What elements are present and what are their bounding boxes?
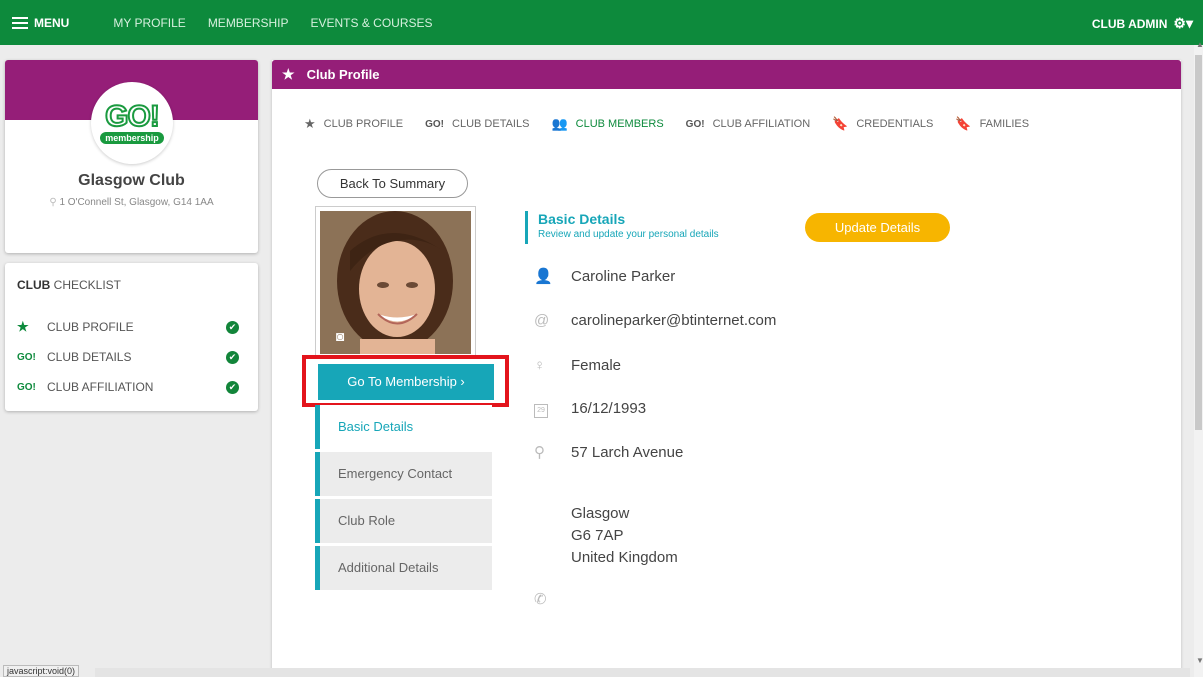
- club-name: Glasgow Club: [78, 172, 185, 189]
- scrollbar-thumb[interactable]: [1195, 55, 1202, 430]
- club-address: ⚲ 1 O'Connell St, Glasgow, G14 1AA: [5, 197, 258, 208]
- tab-label: CLUB DETAILS: [452, 118, 530, 130]
- side-menu-club-role[interactable]: Club Role: [315, 499, 492, 543]
- go-icon: GO!: [425, 118, 445, 130]
- checklist-heading: CLUB CHECKLIST: [17, 278, 122, 292]
- person-icon: 👤: [534, 268, 553, 285]
- detail-address: ⚲ 57 Larch Avenue: [534, 443, 684, 462]
- gear-icon: ⚙▾: [1173, 15, 1193, 31]
- member-dob: 16/12/1993: [571, 400, 647, 417]
- scroll-up-arrow-icon[interactable]: ▲: [1196, 40, 1203, 49]
- menu-label: MENU: [34, 15, 70, 30]
- member-country: United Kingdom: [571, 549, 678, 566]
- check-circle-icon: ✔: [226, 320, 239, 334]
- member-address-block: Glasgow G6 7AP United Kingdom: [571, 503, 678, 569]
- update-details-button[interactable]: Update Details: [805, 213, 950, 242]
- at-icon: @: [534, 312, 550, 329]
- tab-club-details[interactable]: GO! CLUB DETAILS: [425, 118, 529, 130]
- tab-label: FAMILIES: [979, 118, 1030, 130]
- check-circle-icon: ✔: [226, 380, 239, 394]
- nav-membership[interactable]: MEMBERSHIP: [208, 16, 289, 30]
- tab-credentials[interactable]: 🔖 CREDENTIALS: [832, 116, 933, 132]
- club-admin-label: CLUB ADMIN: [1091, 16, 1168, 31]
- hamburger-icon: [12, 16, 28, 29]
- bookmark-icon: 🔖: [955, 116, 972, 131]
- star-icon: ★: [304, 116, 316, 131]
- female-icon: ♀: [534, 357, 546, 374]
- member-name: Caroline Parker: [571, 267, 676, 285]
- star-icon: ★: [282, 66, 295, 82]
- go-to-membership-button[interactable]: Go To Membership ›: [318, 364, 494, 400]
- club-card: GO! membership Glasgow Club ⚲ 1 O'Connel…: [5, 60, 258, 253]
- basic-details-title: Basic Details: [538, 211, 626, 227]
- logo-go-text: GO!: [104, 99, 161, 133]
- detail-dob: 29 16/12/1993: [534, 399, 646, 418]
- back-to-summary-button[interactable]: Back To Summary: [317, 169, 468, 198]
- detail-name: 👤 Caroline Parker: [534, 267, 676, 286]
- logo-membership-text: membership: [100, 131, 164, 144]
- location-pin-icon: ⚲: [49, 197, 60, 208]
- top-nav: MENU MY PROFILE MEMBERSHIP EVENTS & COUR…: [0, 0, 1203, 45]
- go-icon: GO!: [17, 381, 36, 393]
- check-circle-icon: ✔: [226, 350, 239, 364]
- member-photo-image: ◙: [320, 211, 471, 354]
- side-menu-additional-details[interactable]: Additional Details: [315, 546, 492, 590]
- tab-label: CLUB AFFILIATION: [712, 118, 811, 130]
- checklist-item-club-affiliation[interactable]: GO! CLUB AFFILIATION ✔: [17, 377, 247, 397]
- tab-club-affiliation[interactable]: GO! CLUB AFFILIATION: [686, 118, 810, 130]
- menu-button[interactable]: MENU: [12, 16, 69, 30]
- tab-label: CREDENTIALS: [856, 118, 934, 130]
- club-admin-menu[interactable]: CLUB ADMIN ⚙▾: [1092, 15, 1193, 32]
- users-icon: 👥: [551, 116, 568, 131]
- club-profile-panel: ★ Club Profile ★ CLUB PROFILE GO! CLUB D…: [272, 60, 1181, 677]
- panel-title: Club Profile: [306, 67, 380, 82]
- nav-my-profile[interactable]: MY PROFILE: [113, 16, 185, 30]
- club-checklist: CLUB CHECKLIST ★ CLUB PROFILE ✔ GO! CLUB…: [5, 263, 258, 411]
- member-city: Glasgow: [571, 505, 630, 522]
- tab-club-profile[interactable]: ★ CLUB PROFILE: [304, 116, 403, 132]
- club-logo: GO! membership: [91, 82, 173, 164]
- member-side-menu: Basic Details Emergency Contact Club Rol…: [315, 405, 492, 593]
- basic-details-heading: Basic Details Review and update your per…: [525, 211, 719, 244]
- checklist-item-club-details[interactable]: GO! CLUB DETAILS ✔: [17, 347, 247, 367]
- tab-label: CLUB PROFILE: [323, 118, 404, 130]
- go-icon: GO!: [685, 118, 705, 130]
- tab-label: CLUB MEMBERS: [575, 118, 664, 130]
- star-icon: ★: [17, 319, 29, 334]
- checklist-item-label: CLUB PROFILE: [47, 320, 134, 334]
- side-menu-basic-details[interactable]: Basic Details: [315, 405, 492, 449]
- detail-phone: ✆: [534, 590, 571, 608]
- member-photo: ◙: [315, 206, 476, 358]
- profile-tabs: ★ CLUB PROFILE GO! CLUB DETAILS 👥 CLUB M…: [304, 116, 1051, 132]
- member-postcode: G6 7AP: [571, 527, 624, 544]
- tab-club-members[interactable]: 👥 CLUB MEMBERS: [551, 116, 663, 132]
- tab-families[interactable]: 🔖 FAMILIES: [955, 116, 1029, 132]
- panel-header: ★ Club Profile: [272, 60, 1181, 89]
- detail-gender: ♀ Female: [534, 357, 621, 374]
- status-bar-url: javascript:void(0): [3, 665, 80, 677]
- vertical-scrollbar[interactable]: [1194, 45, 1203, 677]
- club-address-text: 1 O'Connell St, Glasgow, G14 1AA: [59, 197, 214, 208]
- location-pin-icon: ⚲: [534, 444, 545, 461]
- phone-icon: ✆: [534, 591, 547, 608]
- horizontal-scrollbar[interactable]: [95, 668, 1190, 677]
- calendar-icon: 29: [534, 399, 571, 418]
- scroll-down-arrow-icon[interactable]: ▼: [1196, 656, 1203, 665]
- member-email: carolineparker@btinternet.com: [571, 312, 777, 329]
- basic-details-subtitle: Review and update your personal details: [538, 229, 719, 240]
- camera-icon[interactable]: ◙: [336, 328, 356, 344]
- bookmark-icon: 🔖: [832, 116, 849, 131]
- checklist-item-club-profile[interactable]: ★ CLUB PROFILE ✔: [17, 317, 247, 337]
- member-gender: Female: [571, 357, 622, 374]
- checklist-item-label: CLUB AFFILIATION: [47, 380, 154, 394]
- member-address-line1: 57 Larch Avenue: [571, 443, 684, 461]
- go-icon: GO!: [17, 351, 36, 363]
- nav-events-courses[interactable]: EVENTS & COURSES: [311, 16, 433, 30]
- checklist-item-label: CLUB DETAILS: [47, 350, 132, 364]
- go-to-membership-highlight: Go To Membership ›: [302, 355, 509, 407]
- detail-email: @ carolineparker@btinternet.com: [534, 312, 776, 329]
- side-menu-emergency-contact[interactable]: Emergency Contact: [315, 452, 492, 496]
